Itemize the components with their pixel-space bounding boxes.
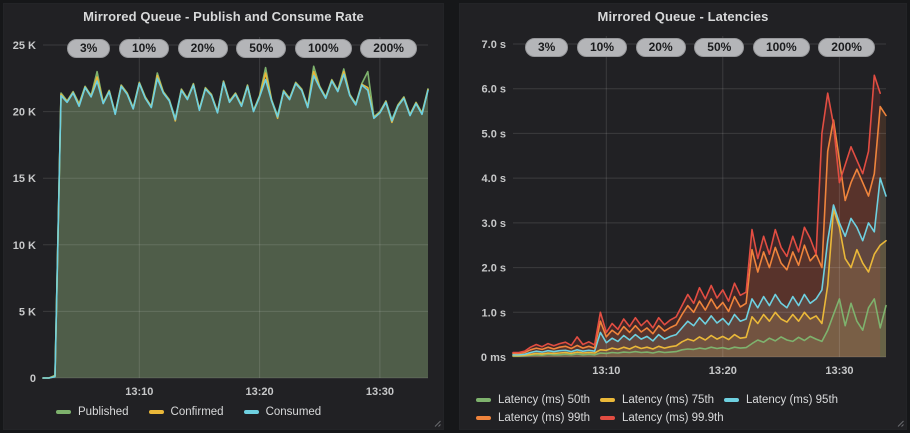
annotation-badge-100pct[interactable]: 100%	[753, 38, 810, 57]
y-axis-tick-label: 7.0 s	[482, 39, 506, 51]
chart-legend: Published Confirmed Consumed	[56, 406, 321, 418]
y-axis-tick-label: 1.0 s	[482, 307, 506, 319]
x-axis-tick-label: 13:30	[366, 386, 394, 398]
chart-legend: Latency (ms) 50th Latency (ms) 75th Latenc…	[476, 394, 872, 424]
legend-label: Latency (ms) 99th	[498, 412, 590, 424]
legend-swatch	[149, 410, 164, 414]
grafana-dashboard: { "dashboard": { "background_color": "#1…	[0, 0, 910, 433]
legend-label: Published	[78, 406, 129, 418]
annotation-badge-200pct[interactable]: 200%	[360, 39, 417, 58]
legend-item-latency-ms-99th[interactable]: Latency (ms) 99th	[476, 412, 600, 424]
y-axis-tick-label: 2.0 s	[482, 263, 506, 275]
y-axis-tick-label: 5 K	[19, 306, 36, 318]
legend-item-latency-ms-95th[interactable]: Latency (ms) 95th	[724, 394, 848, 406]
y-axis-tick-label: 15 K	[13, 173, 36, 185]
y-axis-tick-label: 6.0 s	[482, 84, 506, 96]
annotation-badges-row: 3% 10% 20% 50% 100% 200%	[67, 39, 417, 58]
panel-latencies: Mirrored Queue - Latencies 3%10%20%50%10…	[459, 3, 907, 430]
latencies-chart[interactable]: 0 ms 1.0 s 2.0 s 3.0 s 4.0 s 5.0 s 6.0 s 7.0 s 1…	[460, 4, 908, 431]
annotation-badge-50pct[interactable]: 50%	[694, 38, 744, 57]
annotation-badges-row: 3% 10% 20% 50% 100% 200%	[525, 38, 875, 57]
annotation-badge-20pct[interactable]: 20%	[178, 39, 228, 58]
annotation-badge-100pct[interactable]: 100%	[295, 39, 352, 58]
y-axis-tick-label: 10 K	[13, 240, 36, 252]
panel-resize-handle-icon[interactable]	[433, 419, 441, 427]
annotation-badge-50pct[interactable]: 50%	[236, 39, 286, 58]
y-axis-tick-label: 0	[30, 373, 36, 385]
panel-publish-consume-rate: Mirrored Queue - Publish and Consume Rat…	[3, 3, 444, 430]
legend-item-latency-ms-75th[interactable]: Latency (ms) 75th	[600, 394, 724, 406]
legend-item-published[interactable]: Published	[56, 406, 129, 418]
legend-swatch	[600, 416, 615, 420]
annotation-badge-200pct[interactable]: 200%	[818, 38, 875, 57]
legend-label: Latency (ms) 50th	[498, 394, 590, 406]
legend-label: Latency (ms) 75th	[622, 394, 714, 406]
y-axis-tick-label: 25 K	[13, 40, 36, 52]
x-axis-tick-label: 13:20	[709, 365, 737, 377]
legend-swatch	[600, 398, 615, 402]
annotation-badge-20pct[interactable]: 20%	[636, 38, 686, 57]
legend-item-latency-ms-99.9th[interactable]: Latency (ms) 99.9th	[600, 412, 724, 424]
x-axis-tick-label: 13:10	[125, 386, 153, 398]
y-axis-tick-label: 4.0 s	[482, 173, 506, 185]
annotation-badge-3pct[interactable]: 3%	[525, 38, 568, 57]
panel-resize-handle-icon[interactable]	[896, 419, 904, 427]
y-axis-tick-label: 20 K	[13, 107, 36, 119]
publish-consume-chart[interactable]: 0 5 K 10 K 15 K 20 K 25 K 13:10 13:20 13:30	[4, 4, 445, 431]
y-axis-tick-label: 0 ms	[481, 352, 506, 364]
legend-label: Confirmed	[171, 406, 224, 418]
legend-label: Latency (ms) 95th	[746, 394, 838, 406]
legend-swatch	[724, 398, 739, 402]
annotation-badge-3pct[interactable]: 3%	[67, 39, 110, 58]
legend-item-latency-ms-50th[interactable]: Latency (ms) 50th	[476, 394, 600, 406]
y-axis-tick-label: 3.0 s	[482, 218, 506, 230]
x-axis-tick-label: 13:20	[246, 386, 274, 398]
y-axis-tick-label: 5.0 s	[482, 128, 506, 140]
legend-label: Latency (ms) 99.9th	[622, 412, 724, 424]
legend-item-confirmed[interactable]: Confirmed	[149, 406, 224, 418]
legend-swatch	[476, 416, 491, 420]
annotation-badge-10pct[interactable]: 10%	[119, 39, 169, 58]
series-area	[43, 74, 428, 378]
legend-label: Consumed	[266, 406, 322, 418]
legend-swatch	[244, 410, 259, 414]
annotation-badge-10pct[interactable]: 10%	[577, 38, 627, 57]
legend-swatch	[56, 410, 71, 414]
legend-item-consumed[interactable]: Consumed	[244, 406, 322, 418]
x-axis-tick-label: 13:30	[825, 365, 853, 377]
x-axis-tick-label: 13:10	[592, 365, 620, 377]
legend-swatch	[476, 398, 491, 402]
